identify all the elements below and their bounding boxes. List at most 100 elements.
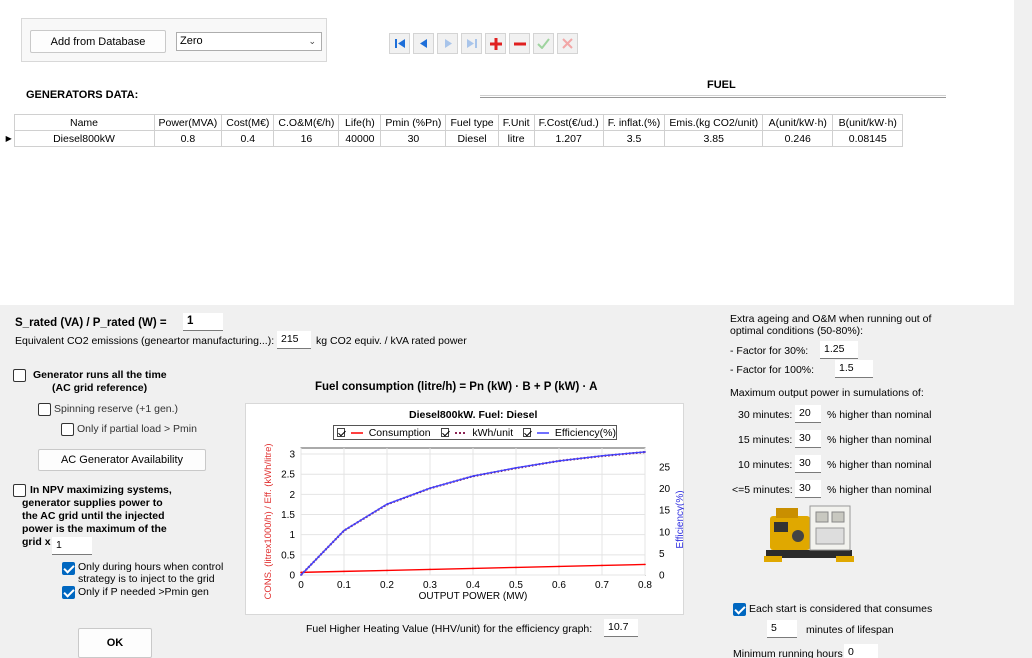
data-point bbox=[515, 566, 517, 569]
ageing-label-1: Extra ageing and O&M when running out of bbox=[730, 313, 932, 325]
runs-all-time-checkbox[interactable] bbox=[13, 369, 26, 382]
generators-data-title: GENERATORS DATA: bbox=[26, 89, 139, 101]
delete-record-button[interactable] bbox=[509, 33, 530, 54]
previous-icon bbox=[419, 39, 427, 48]
legend-efficiency-checkbox[interactable] bbox=[523, 428, 532, 437]
y2-tick-label: 10 bbox=[659, 527, 671, 538]
ac-generator-availability-button[interactable]: AC Generator Availability bbox=[38, 449, 206, 471]
start-lifespan-input[interactable]: 5 bbox=[767, 620, 797, 638]
ratio-input[interactable]: 1 bbox=[183, 313, 223, 331]
max-5-suffix: % higher than nominal bbox=[827, 484, 932, 496]
only-pmin-checkbox[interactable] bbox=[62, 586, 75, 599]
post-record-button[interactable] bbox=[533, 33, 554, 54]
table-cell[interactable]: 0.4 bbox=[221, 130, 275, 147]
legend-kwh-checkbox[interactable] bbox=[440, 428, 449, 437]
max-30-label: 30 minutes: bbox=[738, 409, 793, 421]
table-cell[interactable]: litre bbox=[497, 130, 535, 147]
table-cell[interactable]: 3.5 bbox=[602, 130, 666, 147]
spinning-reserve-checkbox[interactable] bbox=[38, 403, 51, 416]
cancel-record-button[interactable] bbox=[557, 33, 578, 54]
table-cell[interactable]: Diesel800kW bbox=[13, 130, 155, 147]
max-5-input[interactable]: 30 bbox=[795, 480, 821, 498]
only-hours-checkbox[interactable] bbox=[62, 562, 75, 575]
min-running-input[interactable]: 0 bbox=[844, 644, 878, 658]
factor-30-input[interactable]: 1.25 bbox=[820, 341, 858, 359]
next-icon bbox=[444, 39, 452, 48]
data-point bbox=[429, 568, 431, 571]
column-header[interactable]: Name bbox=[13, 114, 155, 131]
legend-consumption-checkbox[interactable] bbox=[337, 428, 345, 437]
column-header[interactable]: Cost(M€) bbox=[221, 114, 275, 131]
column-header[interactable]: C.O&M(€/h) bbox=[273, 114, 340, 131]
max-15-suffix: % higher than nominal bbox=[827, 434, 932, 446]
only-hours-label-2: strategy is to inject to the grid bbox=[78, 573, 215, 585]
x-tick-label: 0.3 bbox=[423, 580, 437, 591]
column-header[interactable]: Fuel type bbox=[445, 114, 499, 131]
max-15-input[interactable]: 30 bbox=[795, 430, 821, 448]
max-power-label: Maximum output power in sumulations of: bbox=[730, 387, 924, 399]
hhv-input[interactable]: 10.7 bbox=[604, 619, 638, 637]
x-tick-label: 0.4 bbox=[466, 580, 480, 591]
table-cell[interactable]: 0.8 bbox=[153, 130, 223, 147]
legend-efficiency-swatch bbox=[537, 431, 549, 434]
chevron-down-icon: ⌄ bbox=[308, 36, 316, 46]
table-row[interactable]: ▶ Diesel800kW 0.8 0.4 16 40000 30 Diesel litre 1.… bbox=[4, 130, 904, 147]
co2-label: Equivalent CO2 emissions (geneartor manu… bbox=[15, 335, 275, 347]
y2-tick-label: 25 bbox=[659, 463, 671, 474]
column-header[interactable]: Power(MVA) bbox=[153, 114, 223, 131]
y-tick-label: 1 bbox=[289, 530, 295, 541]
data-point bbox=[601, 454, 603, 457]
y2-tick-label: 5 bbox=[659, 549, 665, 560]
add-from-database-button[interactable]: Add from Database bbox=[30, 30, 166, 53]
npv-label-2: generator supplies power to bbox=[22, 497, 163, 509]
column-header[interactable]: A(unit/kW·h) bbox=[762, 114, 834, 131]
table-cell[interactable]: 40000 bbox=[338, 130, 382, 147]
data-point bbox=[558, 565, 560, 568]
start-lifespan-label: Each start is considered that consumes bbox=[749, 603, 933, 615]
column-header[interactable]: F.Unit bbox=[497, 114, 535, 131]
generators-table-wrap: Name Power(MVA) Cost(M€) C.O&M(€/h) Life(h) P… bbox=[4, 114, 904, 147]
data-point bbox=[472, 475, 474, 477]
next-record-button[interactable] bbox=[437, 33, 458, 54]
legend-kwh-swatch bbox=[454, 431, 467, 434]
npv-grid-multiplier-input[interactable]: 1 bbox=[52, 537, 92, 555]
generators-table: Name Power(MVA) Cost(M€) C.O&M(€/h) Life(h) P… bbox=[4, 114, 904, 147]
data-point bbox=[343, 570, 345, 573]
table-cell[interactable]: 0.08145 bbox=[832, 130, 904, 147]
table-cell[interactable]: 3.85 bbox=[664, 130, 764, 147]
ageing-label-2: optimal conditions (50-80%): bbox=[730, 325, 864, 337]
table-cell[interactable]: Diesel bbox=[445, 130, 499, 147]
max-30-input[interactable]: 20 bbox=[795, 405, 821, 423]
column-header[interactable]: Life(h) bbox=[338, 114, 382, 131]
max-5-label: <=5 minutes: bbox=[732, 484, 793, 496]
column-header[interactable]: Emis.(kg CO2/unit) bbox=[664, 114, 764, 131]
add-record-button[interactable] bbox=[485, 33, 506, 54]
first-record-button[interactable] bbox=[389, 33, 410, 54]
npv-checkbox[interactable] bbox=[13, 484, 26, 497]
column-header[interactable]: F.Cost(€/ud.) bbox=[533, 114, 604, 131]
max-10-input[interactable]: 30 bbox=[795, 455, 821, 473]
table-cell[interactable]: 1.207 bbox=[533, 130, 604, 147]
ok-button[interactable]: OK bbox=[78, 628, 152, 658]
column-header[interactable]: Pmin (%Pn) bbox=[380, 114, 447, 131]
database-select[interactable]: Zero ⌄ bbox=[176, 32, 322, 51]
npv-label-3: the AC grid until the injected bbox=[22, 510, 165, 522]
column-header[interactable]: B(unit/kW·h) bbox=[832, 114, 904, 131]
start-lifespan-suffix: minutes of lifespan bbox=[806, 624, 894, 636]
table-cell[interactable]: 30 bbox=[380, 130, 447, 147]
npv-label-4: power is the maximum of the bbox=[22, 523, 167, 535]
x-tick-label: 0.2 bbox=[380, 580, 394, 591]
previous-record-button[interactable] bbox=[413, 33, 434, 54]
table-cell[interactable]: 0.246 bbox=[762, 130, 834, 147]
column-header[interactable]: F. inflat.(%) bbox=[602, 114, 666, 131]
start-lifespan-checkbox[interactable] bbox=[733, 603, 746, 616]
min-running-label: Minimum running hours bbox=[733, 648, 843, 658]
partial-load-checkbox[interactable] bbox=[61, 423, 74, 436]
table-cell[interactable]: 16 bbox=[273, 130, 340, 147]
factor-100-input[interactable]: 1.5 bbox=[835, 360, 873, 378]
co2-input[interactable]: 215 bbox=[277, 331, 311, 349]
plus-icon bbox=[489, 37, 502, 50]
only-hours-label-1: Only during hours when control bbox=[78, 561, 224, 573]
x-tick-label: 0 bbox=[298, 580, 304, 591]
last-record-button[interactable] bbox=[461, 33, 482, 54]
